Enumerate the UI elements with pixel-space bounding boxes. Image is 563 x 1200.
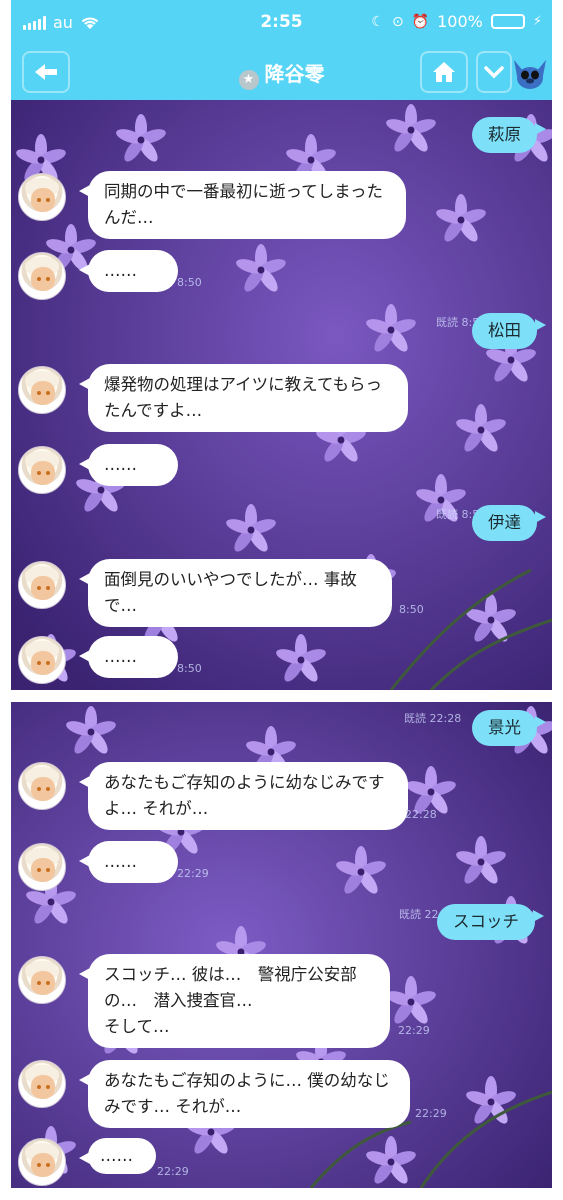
avatar[interactable] xyxy=(18,956,66,1004)
avatar[interactable] xyxy=(18,366,66,414)
message-right[interactable]: 松田 xyxy=(472,313,546,349)
message-timestamp: 8:50 xyxy=(177,662,202,675)
message-left[interactable]: あなたもご存知のように… 僕の幼なじみです… それが… xyxy=(79,1060,410,1128)
avatar[interactable] xyxy=(18,446,66,494)
charging-icon: ⚡ xyxy=(532,14,542,29)
message-timestamp: 22:29 xyxy=(157,1165,189,1178)
screenshot-panel-1: au 2:55 ☾ ⊙ ⏰ 100% ⚡ ★ 降谷零 萩原 同期の中で一番最初に… xyxy=(11,0,552,690)
home-button[interactable] xyxy=(420,51,468,93)
message-left[interactable]: …… xyxy=(79,636,178,678)
message-left[interactable]: …… xyxy=(79,250,178,292)
avatar[interactable] xyxy=(18,173,66,221)
message-left[interactable]: …… xyxy=(79,841,178,883)
rotation-lock-icon: ⊙ xyxy=(391,13,404,30)
chat-header: ★ 降谷零 xyxy=(11,46,552,100)
avatar[interactable] xyxy=(18,636,66,684)
chevron-down-icon xyxy=(484,66,504,79)
message-timestamp: 22:29 xyxy=(398,1024,430,1037)
stitch-avatar-icon[interactable] xyxy=(508,50,552,94)
message-right[interactable]: 伊達 xyxy=(472,505,546,541)
message-left[interactable]: 爆発物の処理はアイツに教えてもらったんですよ… xyxy=(79,364,408,432)
avatar[interactable] xyxy=(18,1060,66,1108)
avatar[interactable] xyxy=(18,561,66,609)
message-left[interactable]: 同期の中で一番最初に逝ってしまったんだ… xyxy=(79,171,406,239)
screenshot-panel-2: 既読 22:28 景光 あなたもご存知のように幼なじみですよ… それが… 22:… xyxy=(11,702,552,1188)
message-left[interactable]: スコッチ… 彼は… 警視庁公安部の… 潜入捜査官… そして… xyxy=(79,954,390,1048)
message-right[interactable]: スコッチ xyxy=(437,904,544,940)
message-left[interactable]: 面倒見のいいやつでしたが… 事故で… xyxy=(79,559,392,627)
avatar[interactable] xyxy=(18,1138,66,1186)
avatar[interactable] xyxy=(18,762,66,810)
avatar[interactable] xyxy=(18,843,66,891)
message-timestamp: 8:50 xyxy=(177,276,202,289)
message-timestamp: 22:29 xyxy=(177,867,209,880)
status-bar: au 2:55 ☾ ⊙ ⏰ 100% ⚡ xyxy=(11,0,552,46)
menu-button[interactable] xyxy=(476,51,512,93)
chat-title: 降谷零 xyxy=(264,62,325,86)
avatar[interactable] xyxy=(18,252,66,300)
message-left[interactable]: あなたもご存知のように幼なじみですよ… それが… xyxy=(79,762,408,830)
star-badge-icon: ★ xyxy=(238,70,259,90)
message-timestamp: 8:50 xyxy=(399,603,424,616)
message-timestamp: 22:28 xyxy=(405,808,437,821)
message-right[interactable]: 景光 xyxy=(472,710,546,746)
battery-icon xyxy=(490,14,525,29)
message-right[interactable]: 萩原 xyxy=(472,117,546,153)
home-icon xyxy=(433,62,455,82)
message-left[interactable]: …… xyxy=(79,1138,156,1174)
message-timestamp: 22:29 xyxy=(415,1107,447,1120)
message-left[interactable]: …… xyxy=(79,444,178,486)
alarm-icon: ⏰ xyxy=(411,13,430,30)
moon-icon: ☾ xyxy=(371,13,384,30)
message-read-status: 既読 22:28 xyxy=(404,712,462,725)
battery-percent: 100% xyxy=(437,12,483,31)
